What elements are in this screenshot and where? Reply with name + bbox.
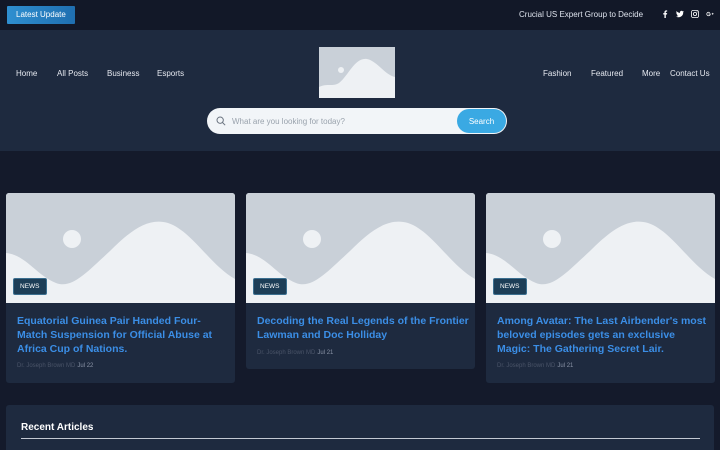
article-author[interactable]: Dr. Joseph Brown MD — [257, 350, 315, 356]
article-card[interactable]: NEWS Equatorial Guinea Pair Handed Four-… — [6, 193, 235, 383]
nav-home[interactable]: Home — [16, 69, 37, 78]
social-links — [661, 10, 714, 19]
section-title: Recent Articles — [21, 422, 94, 433]
facebook-icon[interactable] — [661, 10, 669, 19]
category-badge[interactable]: NEWS — [253, 278, 287, 295]
nav-business[interactable]: Business — [107, 69, 139, 78]
search-input[interactable] — [232, 113, 452, 129]
recent-articles-section: Recent Articles — [6, 405, 714, 450]
google-plus-icon[interactable] — [706, 10, 714, 19]
twitter-icon[interactable] — [676, 10, 684, 19]
article-author[interactable]: Dr. Joseph Brown MD — [17, 363, 75, 369]
category-badge[interactable]: NEWS — [13, 278, 47, 295]
instagram-icon[interactable] — [691, 10, 699, 19]
article-meta: Dr. Joseph Brown MD Jul 21 — [497, 363, 573, 369]
search-button[interactable]: Search — [457, 109, 506, 133]
article-title[interactable]: Equatorial Guinea Pair Handed Four-Match… — [17, 314, 229, 356]
nav-more[interactable]: More — [642, 69, 660, 78]
site-header: Home All Posts Business Esports Fashion … — [0, 30, 720, 151]
search-icon — [216, 116, 226, 126]
article-date: Jul 22 — [77, 363, 94, 369]
article-meta: Dr. Joseph Brown MD Jul 21 — [257, 350, 333, 356]
nav-all-posts[interactable]: All Posts — [57, 69, 88, 78]
search-bar: Search — [207, 108, 507, 134]
image-placeholder-icon — [319, 47, 395, 98]
nav-featured[interactable]: Featured — [591, 69, 623, 78]
article-meta: Dr. Joseph Brown MD Jul 22 — [17, 363, 93, 369]
nav-contact-us[interactable]: Contact Us — [670, 69, 710, 78]
nav-esports[interactable]: Esports — [157, 69, 184, 78]
article-title[interactable]: Among Avatar: The Last Airbender's most … — [497, 314, 709, 356]
article-date: Jul 21 — [317, 350, 334, 356]
nav-fashion[interactable]: Fashion — [543, 69, 571, 78]
article-card[interactable]: NEWS Decoding the Real Legends of the Fr… — [246, 193, 475, 369]
article-date: Jul 21 — [557, 363, 574, 369]
news-ticker[interactable]: Crucial US Expert Group to Decide — [519, 10, 643, 19]
article-author[interactable]: Dr. Joseph Brown MD — [497, 363, 555, 369]
category-badge[interactable]: NEWS — [493, 278, 527, 295]
latest-update-button[interactable]: Latest Update — [7, 6, 75, 24]
site-logo[interactable] — [319, 47, 395, 98]
article-title[interactable]: Decoding the Real Legends of the Frontie… — [257, 314, 469, 342]
article-card[interactable]: NEWS Among Avatar: The Last Airbender's … — [486, 193, 715, 383]
section-divider — [21, 438, 700, 439]
top-bar: Latest Update Crucial US Expert Group to… — [0, 0, 720, 30]
